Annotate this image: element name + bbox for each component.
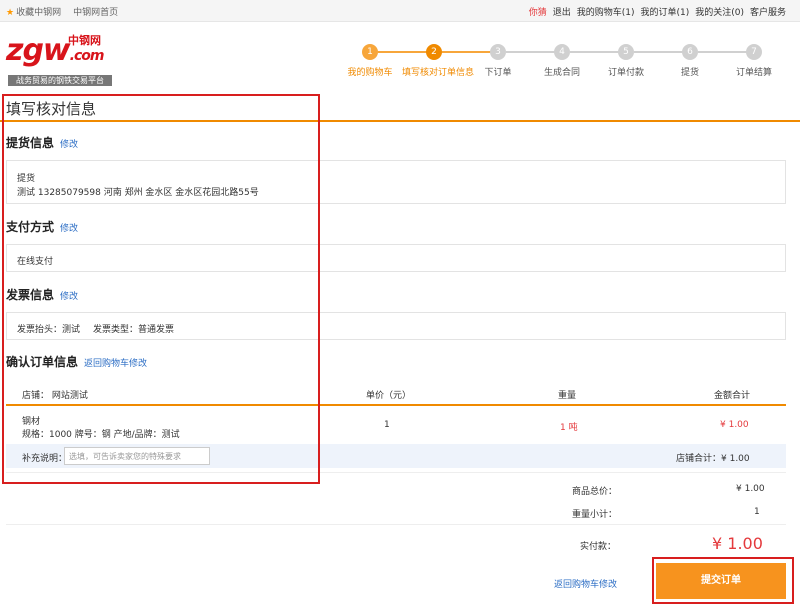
cart-link[interactable]: 我的购物车(1) [577, 5, 635, 18]
home-link[interactable]: 中钢网首页 [73, 5, 118, 18]
step-5-label: 订单付款 [607, 68, 644, 78]
step-5-number: 5 [618, 44, 634, 60]
step-2-number: 2 [426, 44, 442, 60]
step-4: 4 生成合同 [530, 44, 594, 78]
step-6-label: 提货 [680, 68, 699, 78]
step-1-number: 1 [362, 44, 378, 60]
step-3-number: 3 [490, 44, 506, 60]
back-to-cart-bottom-link[interactable]: 返回购物车修改 [554, 577, 617, 590]
logo-dotcom: .com [69, 48, 105, 64]
username-link[interactable]: 你猜 [529, 5, 547, 18]
store-subtotal: 店铺合计：¥ 1.00 [676, 454, 750, 464]
step-3: 3 下订单 [466, 44, 530, 78]
paid-amount-label: 实付款： [580, 542, 617, 552]
col-total: 金额合计 [714, 391, 751, 401]
favorite-label: 收藏中钢网 [16, 8, 62, 18]
step-4-number: 4 [554, 44, 570, 60]
item-unit-price: 1 [384, 420, 390, 430]
follows-link[interactable]: 我的关注(0) [695, 5, 744, 18]
weight-subtotal-label: 重量小计： [572, 510, 618, 520]
step-4-label: 生成合同 [543, 68, 580, 78]
orders-link[interactable]: 我的订单(1) [640, 5, 689, 18]
item-total: ¥ 1.00 [720, 420, 749, 430]
logout-link[interactable]: 退出 [553, 5, 571, 18]
paid-amount-value: ¥ 1.00 [712, 534, 763, 553]
step-7-label: 订单结算 [735, 68, 772, 78]
logo-slogan: 战务贸易的钢铁交易平台 [8, 75, 112, 86]
order-progress-steps: 1 我的购物车 2 填写核对订单信息 3 下订单 4 生成合同 5 订单付款 6 提货 7 订… [340, 44, 790, 80]
summary-divider [6, 524, 786, 525]
step-6: 6 提货 [658, 44, 722, 78]
step-3-label: 下订单 [484, 68, 512, 78]
favorite-link[interactable]: ★ 收藏中钢网 [6, 5, 61, 18]
service-link[interactable]: 客户服务 [750, 5, 786, 18]
step-7-number: 7 [746, 44, 762, 60]
logo-brand-text: zgw [6, 33, 71, 68]
top-bar-left: ★ 收藏中钢网 中钢网首页 [6, 5, 118, 18]
site-logo[interactable]: zgw.com 中钢网 战务贸易的钢铁交易平台 [6, 33, 112, 86]
weight-subtotal-value: 1 [754, 507, 760, 517]
highlight-box-info [2, 94, 320, 484]
highlight-box-submit [652, 557, 794, 604]
step-1-label: 我的购物车 [347, 68, 393, 78]
top-bar-right: 你猜 退出 我的购物车(1) 我的订单(1) 我的关注(0) 客户服务 [529, 5, 786, 18]
step-1: 1 我的购物车 [338, 44, 402, 78]
col-weight: 重量 [558, 391, 577, 401]
step-5: 5 订单付款 [594, 44, 658, 78]
logo-cn: 中钢网 [68, 34, 101, 47]
step-2-label: 填写核对订单信息 [402, 68, 475, 78]
goods-total-label: 商品总价： [572, 487, 618, 497]
step-6-number: 6 [682, 44, 698, 60]
col-unit-price: 单价（元） [366, 391, 412, 401]
step-2: 2 填写核对订单信息 [402, 44, 475, 78]
top-bar: ★ 收藏中钢网 中钢网首页 你猜 退出 我的购物车(1) 我的订单(1) 我的关注… [0, 0, 800, 22]
star-icon: ★ [6, 8, 15, 18]
item-weight: 1 吨 [560, 423, 578, 433]
goods-total-value: ¥ 1.00 [736, 484, 765, 494]
step-7: 7 订单结算 [722, 44, 786, 78]
